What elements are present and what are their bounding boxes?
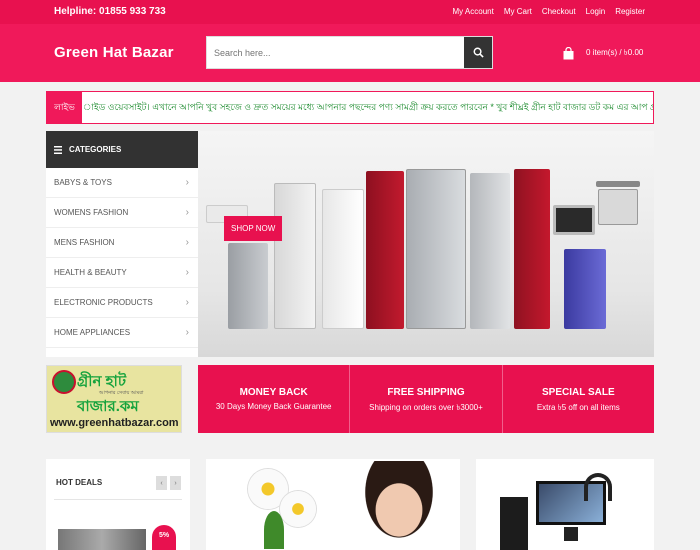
register-link[interactable]: Register <box>615 7 645 16</box>
feature-desc: Extra ৳5 off on all items <box>536 403 620 412</box>
hero-banner[interactable]: SHOP NOW <box>198 131 654 357</box>
feature-strip: MONEY BACK 30 Days Money Back Guarantee … <box>198 365 654 433</box>
flower-image <box>236 461 322 549</box>
category-item-womens-fashion[interactable]: WOMENS FASHION › <box>46 198 198 228</box>
brand-promo-banner[interactable]: গ্রীন হাট বাজার.কম আপনার সেবায় আমরা www… <box>46 365 182 433</box>
header: Green Hat Bazar 0 item(s) / ৳0.00 <box>0 24 700 82</box>
search-icon <box>473 47 484 58</box>
chevron-right-icon: › <box>185 207 189 218</box>
hot-deal-product-image[interactable] <box>58 529 146 550</box>
category-item-electronic-products[interactable]: ELECTRONIC PRODUCTS › <box>46 288 198 318</box>
feature-title: SPECIAL SALE <box>542 387 615 398</box>
feature-special-sale: SPECIAL SALE Extra ৳5 off on all items <box>503 365 654 433</box>
feature-desc: Shipping on orders over ৳3000+ <box>369 403 483 412</box>
category-item-babys-toys[interactable]: BABYS & TOYS › <box>46 168 198 198</box>
site-logo[interactable]: Green Hat Bazar <box>54 44 174 61</box>
chevron-right-icon: › <box>185 237 189 248</box>
brand-tagline: আপনার সেবায় আমরা <box>99 390 144 396</box>
category-label: HOME APPLIANCES <box>54 328 131 337</box>
feature-desc: 30 Days Money Back Guarantee <box>215 402 332 411</box>
chevron-right-icon: › <box>185 327 189 338</box>
category-menu: CATEGORIES BABYS & TOYS › WOMENS FASHION… <box>46 131 198 357</box>
chevron-right-icon: › <box>185 297 189 308</box>
chevron-right-icon: › <box>185 267 189 278</box>
beauty-product-card[interactable] <box>206 459 460 550</box>
feature-free-shipping: FREE SHIPPING Shipping on orders over ৳3… <box>350 365 503 433</box>
feature-title: MONEY BACK <box>239 387 308 398</box>
feature-title: FREE SHIPPING <box>387 387 465 398</box>
category-heading: CATEGORIES <box>69 145 122 154</box>
category-item-health-beauty[interactable]: HEALTH & BEAUTY › <box>46 258 198 288</box>
divider <box>54 499 182 500</box>
search-box <box>206 36 493 69</box>
category-label: ELECTRONIC PRODUCTS <box>54 298 153 307</box>
news-ticker: লাইভ াইড ওয়েবসাইট। এখানে আপনি খুব সহজে … <box>46 91 654 124</box>
hot-deals-panel: HOT DEALS ‹ › 5% <box>46 459 190 550</box>
electronics-product-card[interactable] <box>476 459 654 550</box>
feature-money-back: MONEY BACK 30 Days Money Back Guarantee <box>198 365 351 433</box>
hot-deals-title: HOT DEALS <box>56 478 103 487</box>
cart-summary[interactable]: 0 item(s) / ৳0.00 <box>563 47 643 60</box>
shop-now-button[interactable]: SHOP NOW <box>224 216 283 241</box>
menu-icon <box>54 145 62 154</box>
category-label: HEALTH & BEAUTY <box>54 268 127 277</box>
my-account-link[interactable]: My Account <box>452 7 493 16</box>
ticker-label: লাইভ <box>47 92 82 123</box>
search-button[interactable] <box>464 37 492 68</box>
category-label: MENS FASHION <box>54 238 115 247</box>
model-image <box>356 461 442 550</box>
brand-emblem-icon <box>52 370 76 394</box>
account-links: My Account My Cart Checkout Login Regist… <box>452 7 645 16</box>
category-item-home-appliances[interactable]: HOME APPLIANCES › <box>46 318 198 348</box>
my-cart-link[interactable]: My Cart <box>504 7 532 16</box>
helpline: Helpline: 01855 933 733 <box>54 6 166 17</box>
login-link[interactable]: Login <box>586 7 606 16</box>
chevron-left-icon: ‹ <box>160 479 163 487</box>
chevron-right-icon: › <box>174 479 177 487</box>
discount-badge: 5% <box>152 525 176 550</box>
category-label: WOMENS FASHION <box>54 208 129 217</box>
cart-icon <box>563 47 574 60</box>
hot-deals-prev-button[interactable]: ‹ <box>156 476 167 490</box>
chevron-right-icon: › <box>185 177 189 188</box>
search-input[interactable] <box>207 37 462 68</box>
category-item-mens-fashion[interactable]: MENS FASHION › <box>46 228 198 258</box>
ticker-text[interactable]: াইড ওয়েবসাইট। এখানে আপনি খুব সহজে ও দ্র… <box>83 92 653 123</box>
discount-badge-text: 5% <box>158 532 170 539</box>
top-bar: Helpline: 01855 933 733 My Account My Ca… <box>0 0 700 24</box>
cart-total: 0 item(s) / ৳0.00 <box>586 48 644 57</box>
checkout-link[interactable]: Checkout <box>542 7 576 16</box>
category-header: CATEGORIES <box>46 131 198 168</box>
electronics-image <box>476 459 654 550</box>
category-label: BABYS & TOYS <box>54 178 112 187</box>
hot-deals-next-button[interactable]: › <box>170 476 181 490</box>
brand-url: www.greenhatbazar.com <box>50 417 179 429</box>
